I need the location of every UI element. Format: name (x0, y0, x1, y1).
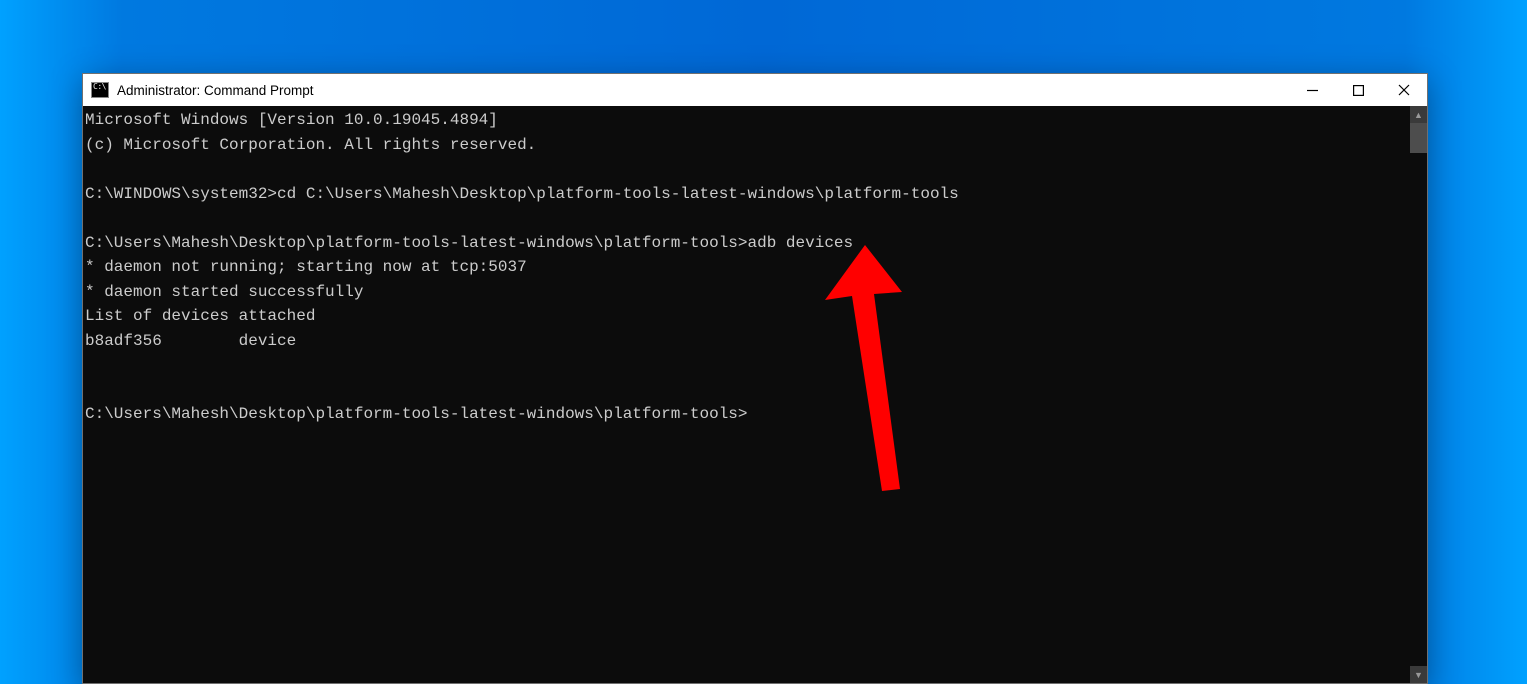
terminal-output[interactable]: Microsoft Windows [Version 10.0.19045.48… (83, 106, 1410, 683)
titlebar[interactable]: Administrator: Command Prompt (83, 74, 1427, 106)
minimize-button[interactable] (1289, 74, 1335, 106)
maximize-button[interactable] (1335, 74, 1381, 106)
terminal-line: (c) Microsoft Corporation. All rights re… (85, 136, 536, 154)
terminal-line: * daemon not running; starting now at tc… (85, 258, 527, 276)
scroll-thumb[interactable] (1410, 123, 1427, 153)
client-area: Microsoft Windows [Version 10.0.19045.48… (83, 106, 1427, 683)
terminal-command: adb devices (748, 234, 854, 252)
vertical-scrollbar[interactable]: ▲ ▼ (1410, 106, 1427, 683)
terminal-line: Microsoft Windows [Version 10.0.19045.48… (85, 111, 498, 129)
cmd-icon (91, 82, 109, 98)
terminal-line: List of devices attached (85, 307, 315, 325)
command-prompt-window: Administrator: Command Prompt Microsoft … (82, 73, 1428, 684)
terminal-line: * daemon started successfully (85, 283, 363, 301)
scroll-up-button[interactable]: ▲ (1410, 106, 1427, 123)
terminal-command: cd C:\Users\Mahesh\Desktop\platform-tool… (277, 185, 959, 203)
scroll-down-button[interactable]: ▼ (1410, 666, 1427, 683)
terminal-line: b8adf356 device (85, 332, 296, 350)
terminal-prompt: C:\WINDOWS\system32> (85, 185, 277, 203)
terminal-prompt: C:\Users\Mahesh\Desktop\platform-tools-l… (85, 234, 748, 252)
close-button[interactable] (1381, 74, 1427, 106)
window-title: Administrator: Command Prompt (117, 83, 314, 98)
terminal-prompt: C:\Users\Mahesh\Desktop\platform-tools-l… (85, 405, 748, 423)
